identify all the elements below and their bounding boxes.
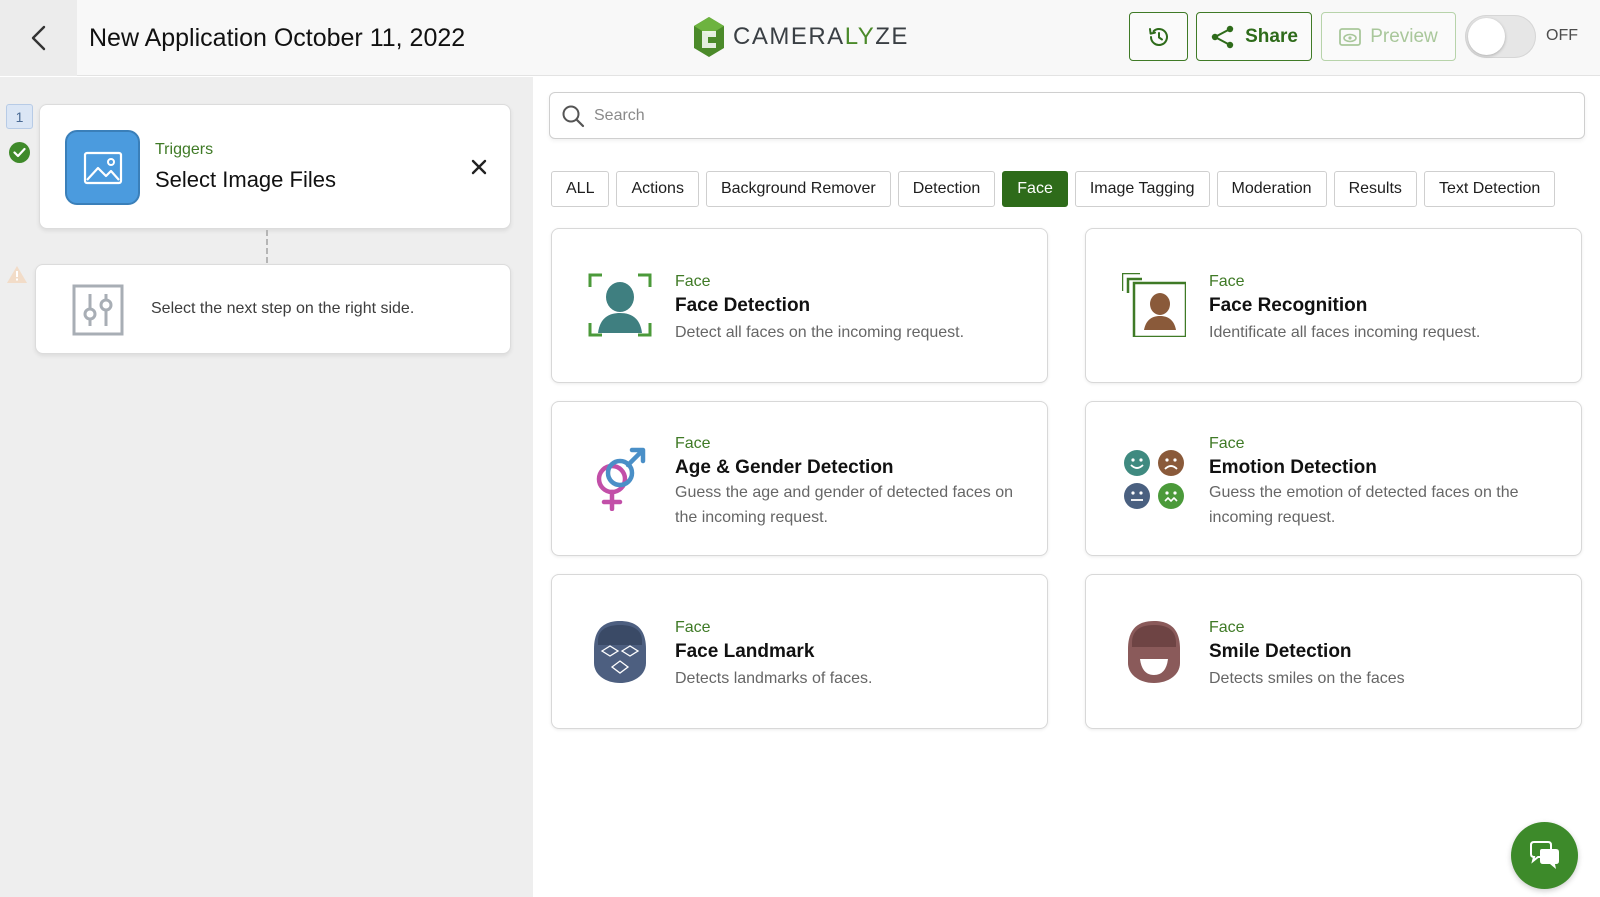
card-description: Detect all faces on the incoming request…: [675, 324, 965, 341]
face-detection-icon: [588, 273, 652, 337]
history-icon: [1148, 27, 1168, 46]
category-filter-bar: ALL Actions Background Remover Detection…: [551, 171, 1556, 207]
trigger-step-card[interactable]: Triggers Select Image Files: [39, 104, 511, 229]
app-active-toggle[interactable]: [1465, 15, 1536, 58]
share-icon: [1211, 25, 1234, 48]
cameralyze-logo: CAMERALYZE: [693, 14, 909, 60]
card-title: Face Recognition: [1209, 295, 1368, 316]
filter-all[interactable]: ALL: [551, 171, 610, 207]
card-description: Detects landmarks of faces.: [675, 670, 873, 687]
warning-icon: [6, 265, 28, 289]
trigger-title: Select Image Files: [155, 167, 336, 192]
smile-detection-card[interactable]: Face Smile Detection Detects smiles on t…: [1085, 574, 1582, 729]
search-icon: [562, 105, 585, 128]
history-button[interactable]: [1129, 12, 1188, 61]
top-header: New Application October 11, 2022 CAMERAL…: [0, 0, 1600, 76]
toggle-knob: [1468, 18, 1505, 55]
filter-detection[interactable]: Detection: [897, 171, 996, 207]
image-icon: [65, 130, 140, 205]
share-button[interactable]: Share: [1196, 12, 1312, 61]
support-chat-button[interactable]: [1511, 822, 1578, 889]
card-description: Guess the emotion of detected faces on t…: [1209, 484, 1519, 526]
card-description: Detects smiles on the faces: [1209, 670, 1405, 687]
remove-trigger-button[interactable]: [469, 157, 489, 177]
back-button[interactable]: [0, 0, 77, 76]
card-category: Face: [675, 273, 711, 290]
card-category: Face: [675, 435, 711, 452]
filter-text-detection[interactable]: Text Detection: [1423, 171, 1556, 207]
chevron-left-icon: [31, 25, 45, 51]
chat-bubbles-icon: [1529, 840, 1559, 869]
emotion-icon: [1124, 450, 1184, 509]
filter-background-remover[interactable]: Background Remover: [705, 171, 891, 207]
logo-hexagon-icon: [694, 17, 724, 57]
card-title: Face Detection: [675, 295, 811, 316]
face-landmark-card[interactable]: Face Face Landmark Detects landmarks of …: [551, 574, 1048, 729]
logo-text: CAMERALYZE: [733, 23, 909, 50]
card-category: Face: [1209, 273, 1245, 290]
step-number-badge: 1: [6, 104, 33, 129]
sliders-icon: [72, 284, 124, 341]
trigger-category: Triggers: [155, 141, 214, 158]
filter-image-tagging[interactable]: Image Tagging: [1074, 171, 1210, 207]
card-title: Face Landmark: [675, 641, 815, 662]
search-input[interactable]: [594, 99, 1554, 133]
age-gender-detection-card[interactable]: Face Age & Gender Detection Guess the ag…: [551, 401, 1048, 556]
filter-moderation[interactable]: Moderation: [1216, 171, 1327, 207]
next-step-hint: Select the next step on the right side.: [151, 300, 415, 317]
filter-results[interactable]: Results: [1333, 171, 1417, 207]
card-title: Age & Gender Detection: [675, 457, 894, 478]
preview-eye-icon: [1339, 27, 1362, 46]
flow-connector: [266, 230, 268, 263]
preview-button[interactable]: Preview: [1321, 12, 1456, 61]
step-complete-icon: [9, 142, 30, 163]
card-description: Guess the age and gender of detected fac…: [675, 484, 1014, 526]
toggle-status-label: OFF: [1546, 27, 1578, 44]
close-icon: [471, 159, 487, 175]
filter-actions[interactable]: Actions: [616, 171, 699, 207]
app-title-input[interactable]: New Application October 11, 2022: [89, 18, 469, 58]
search-box: [549, 92, 1585, 139]
card-description: Identificate all faces incoming request.: [1209, 324, 1481, 341]
filter-face[interactable]: Face: [1002, 171, 1068, 207]
face-recognition-card[interactable]: Face Face Recognition Identificate all f…: [1085, 228, 1582, 383]
emotion-detection-card[interactable]: Face Emotion Detection Guess the emotion…: [1085, 401, 1582, 556]
face-landmark-icon: [594, 621, 646, 683]
card-title: Smile Detection: [1209, 641, 1352, 662]
smile-icon: [1128, 621, 1180, 683]
next-step-card[interactable]: Select the next step on the right side.: [35, 264, 511, 354]
face-detection-card[interactable]: Face Face Detection Detect all faces on …: [551, 228, 1048, 383]
card-title: Emotion Detection: [1209, 457, 1377, 478]
card-category: Face: [675, 619, 711, 636]
gender-icon: [596, 447, 646, 511]
face-recognition-icon: [1122, 273, 1186, 337]
card-category: Face: [1209, 619, 1245, 636]
card-category: Face: [1209, 435, 1245, 452]
